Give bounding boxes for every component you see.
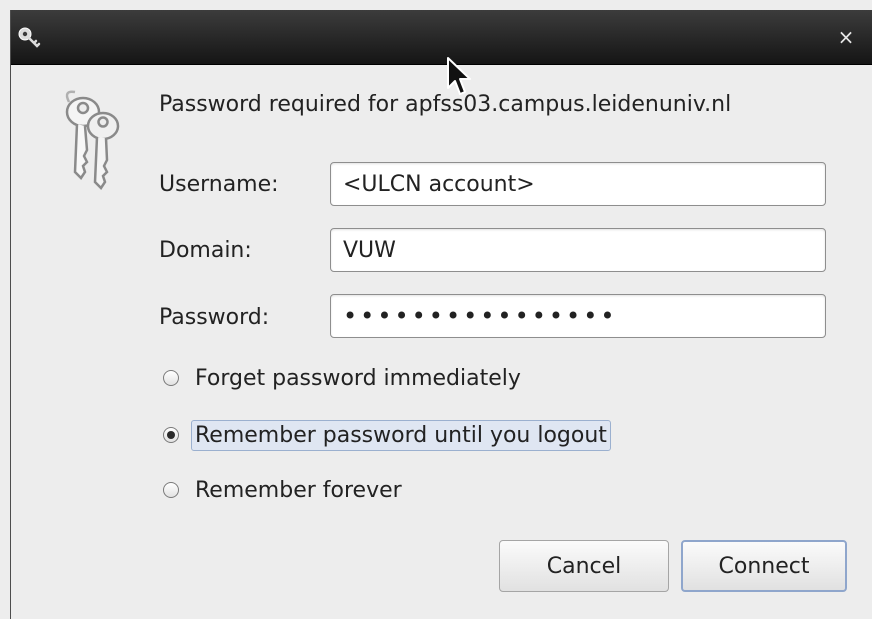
password-dialog: × Password required for apfss03.campus.l… xyxy=(10,10,872,619)
username-label: Username: xyxy=(159,172,279,197)
title-bar[interactable]: × xyxy=(11,10,872,65)
username-input[interactable] xyxy=(331,163,825,205)
mouse-cursor-icon xyxy=(447,57,471,95)
cancel-button[interactable]: Cancel xyxy=(499,540,669,592)
radio-remember-forever[interactable] xyxy=(163,482,179,498)
option-remember-forever[interactable]: Remember forever xyxy=(163,471,406,509)
option-forget-immediately[interactable]: Forget password immediately xyxy=(163,359,525,397)
close-icon[interactable]: × xyxy=(835,26,857,48)
password-input[interactable] xyxy=(331,295,825,337)
password-label: Password: xyxy=(159,305,270,330)
keys-icon xyxy=(65,90,120,190)
password-field[interactable] xyxy=(330,294,826,338)
domain-label: Domain: xyxy=(159,238,252,263)
radio-remember-until-logout[interactable] xyxy=(163,427,179,443)
radio-forget-immediately[interactable] xyxy=(163,370,179,386)
option-label: Forget password immediately xyxy=(195,365,521,391)
domain-input[interactable] xyxy=(331,229,825,271)
username-field[interactable] xyxy=(330,162,826,206)
option-label: Remember forever xyxy=(195,477,402,503)
connect-button[interactable]: Connect xyxy=(681,540,847,592)
option-remember-until-logout[interactable]: Remember password until you logout xyxy=(163,416,611,454)
key-icon xyxy=(18,27,41,48)
domain-field[interactable] xyxy=(330,228,826,272)
option-label: Remember password until you logout xyxy=(191,419,611,451)
